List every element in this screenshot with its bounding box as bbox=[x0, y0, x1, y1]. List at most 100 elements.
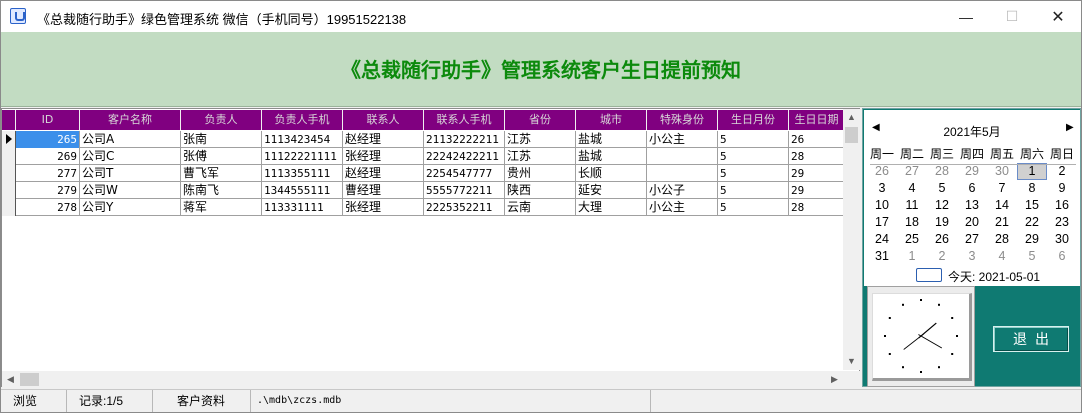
calendar-day[interactable]: 16 bbox=[1047, 197, 1077, 214]
cell-owner-mobile[interactable]: 11122221111 bbox=[262, 148, 343, 165]
calendar-day[interactable]: 31 bbox=[867, 248, 897, 265]
calendar-today-row[interactable]: 今天: 2021-05-01 bbox=[864, 267, 1080, 284]
cell-birth-day[interactable]: 28 bbox=[789, 148, 845, 165]
cell-province[interactable]: 云南 bbox=[505, 199, 576, 216]
cell-contact[interactable]: 张经理 bbox=[343, 199, 424, 216]
calendar-day[interactable]: 7 bbox=[987, 180, 1017, 197]
table-row[interactable]: 277 公司T 曹飞军 1113355111 赵经理 2254547777 贵州 长顺 5 29 bbox=[2, 165, 845, 182]
calendar-day[interactable]: 24 bbox=[867, 231, 897, 248]
cell-contact[interactable]: 赵经理 bbox=[343, 131, 424, 148]
cell-city[interactable]: 盐城 bbox=[576, 131, 647, 148]
cell-customer-name[interactable]: 公司T bbox=[80, 165, 181, 182]
calendar-day[interactable]: 18 bbox=[897, 214, 927, 231]
calendar-day-today[interactable]: 1 bbox=[1017, 163, 1047, 180]
calendar-day[interactable]: 27 bbox=[957, 231, 987, 248]
cell-province[interactable]: 陕西 bbox=[505, 182, 576, 199]
calendar-day[interactable]: 4 bbox=[897, 180, 927, 197]
cell-customer-name[interactable]: 公司A bbox=[80, 131, 181, 148]
cell-owner[interactable]: 张傅 bbox=[181, 148, 262, 165]
cell-contact-mobile[interactable]: 2254547777 bbox=[424, 165, 505, 182]
calendar-day[interactable]: 8 bbox=[1017, 180, 1047, 197]
calendar-day[interactable]: 19 bbox=[927, 214, 957, 231]
calendar-day[interactable]: 25 bbox=[897, 231, 927, 248]
cell-special-status[interactable]: 小公子 bbox=[647, 182, 718, 199]
calendar-day[interactable]: 12 bbox=[927, 197, 957, 214]
cell-contact[interactable]: 曹经理 bbox=[343, 182, 424, 199]
calendar-day[interactable]: 6 bbox=[1047, 248, 1077, 265]
cell-contact-mobile[interactable]: 21132222211 bbox=[424, 131, 505, 148]
calendar-day[interactable]: 9 bbox=[1047, 180, 1077, 197]
column-header-customer-name[interactable]: 客户名称 bbox=[80, 110, 181, 130]
cell-city[interactable]: 大理 bbox=[576, 199, 647, 216]
current-row-indicator-icon[interactable] bbox=[2, 131, 16, 148]
calendar-day[interactable]: 22 bbox=[1017, 214, 1047, 231]
calendar-day[interactable]: 23 bbox=[1047, 214, 1077, 231]
cell-owner-mobile[interactable]: 1113423454 bbox=[262, 131, 343, 148]
calendar-day[interactable]: 28 bbox=[927, 163, 957, 180]
maximize-button[interactable]: ☐ bbox=[989, 1, 1035, 32]
cell-id[interactable]: 269 bbox=[16, 148, 80, 165]
cell-birth-day[interactable]: 29 bbox=[789, 182, 845, 199]
table-row[interactable]: 265 公司A 张南 1113423454 赵经理 21132222211 江苏 盐城 小公主 5… bbox=[2, 131, 845, 148]
cell-id[interactable]: 265 bbox=[16, 131, 80, 148]
cell-birth-month[interactable]: 5 bbox=[718, 165, 789, 182]
cell-contact[interactable]: 赵经理 bbox=[343, 165, 424, 182]
column-header-contact[interactable]: 联系人 bbox=[343, 110, 424, 130]
cell-birth-day[interactable]: 29 bbox=[789, 165, 845, 182]
cell-province[interactable]: 贵州 bbox=[505, 165, 576, 182]
close-button[interactable]: ✕ bbox=[1035, 1, 1081, 32]
column-header-contact-mobile[interactable]: 联系人手机 bbox=[424, 110, 505, 130]
horizontal-scrollbar[interactable]: ◀ ▶ bbox=[2, 371, 843, 388]
table-row[interactable]: 269 公司C 张傅 11122221111 张经理 22242422211 江苏 盐城 5 28 bbox=[2, 148, 845, 165]
cell-contact-mobile[interactable]: 5555772211 bbox=[424, 182, 505, 199]
calendar-day[interactable]: 20 bbox=[957, 214, 987, 231]
calendar-day[interactable]: 4 bbox=[987, 248, 1017, 265]
column-header-special-status[interactable]: 特殊身份 bbox=[647, 110, 718, 130]
table-row[interactable]: 279 公司W 陈南飞 1344555111 曹经理 5555772211 陕西 延安 小公子 5… bbox=[2, 182, 845, 199]
horizontal-scroll-thumb[interactable] bbox=[20, 373, 39, 386]
calendar-day[interactable]: 13 bbox=[957, 197, 987, 214]
cell-customer-name[interactable]: 公司Y bbox=[80, 199, 181, 216]
cell-id[interactable]: 279 bbox=[16, 182, 80, 199]
calendar-day[interactable]: 2 bbox=[927, 248, 957, 265]
calendar-day[interactable]: 29 bbox=[957, 163, 987, 180]
vertical-scroll-thumb[interactable] bbox=[845, 127, 858, 143]
column-header-birth-month[interactable]: 生日月份 bbox=[718, 110, 789, 130]
cell-province[interactable]: 江苏 bbox=[505, 148, 576, 165]
cell-contact-mobile[interactable]: 2225352211 bbox=[424, 199, 505, 216]
row-indicator[interactable] bbox=[2, 148, 16, 165]
column-header-province[interactable]: 省份 bbox=[505, 110, 576, 130]
calendar-day[interactable]: 5 bbox=[927, 180, 957, 197]
calendar-day[interactable]: 3 bbox=[957, 248, 987, 265]
column-header-id[interactable]: ID bbox=[16, 110, 80, 130]
cell-city[interactable]: 盐城 bbox=[576, 148, 647, 165]
calendar-day[interactable]: 26 bbox=[927, 231, 957, 248]
cell-owner[interactable]: 曹飞军 bbox=[181, 165, 262, 182]
exit-button[interactable]: 退出 bbox=[993, 326, 1069, 352]
calendar-day[interactable]: 17 bbox=[867, 214, 897, 231]
column-header-city[interactable]: 城市 bbox=[576, 110, 647, 130]
cell-city[interactable]: 延安 bbox=[576, 182, 647, 199]
row-indicator[interactable] bbox=[2, 182, 16, 199]
cell-owner-mobile[interactable]: 113331111 bbox=[262, 199, 343, 216]
calendar-day[interactable]: 2 bbox=[1047, 163, 1077, 180]
table-row[interactable]: 278 公司Y 蒋军 113331111 张经理 2225352211 云南 大理 小公主 5 28 bbox=[2, 199, 845, 216]
scroll-up-icon[interactable]: ▲ bbox=[843, 109, 860, 126]
row-indicator[interactable] bbox=[2, 199, 16, 216]
title-bar[interactable]: 《总裁随行助手》绿色管理系统 微信（手机同号）19951522138 — ☐ ✕ bbox=[1, 1, 1081, 32]
cell-owner[interactable]: 陈南飞 bbox=[181, 182, 262, 199]
calendar-day[interactable]: 11 bbox=[897, 197, 927, 214]
column-header-owner-mobile[interactable]: 负责人手机 bbox=[262, 110, 343, 130]
cell-customer-name[interactable]: 公司W bbox=[80, 182, 181, 199]
month-calendar[interactable]: ◀ 2021年5月 ▶ 周一 周二 周三 周四 周五 周六 周日 26 27 28 29 30 1 2 3 4… bbox=[864, 110, 1080, 286]
scroll-right-icon[interactable]: ▶ bbox=[826, 371, 843, 388]
calendar-day[interactable]: 5 bbox=[1017, 248, 1047, 265]
cell-province[interactable]: 江苏 bbox=[505, 131, 576, 148]
calendar-day[interactable]: 27 bbox=[897, 163, 927, 180]
cell-birth-month[interactable]: 5 bbox=[718, 148, 789, 165]
cell-birth-day[interactable]: 26 bbox=[789, 131, 845, 148]
column-header-owner[interactable]: 负责人 bbox=[181, 110, 262, 130]
cell-owner[interactable]: 张南 bbox=[181, 131, 262, 148]
calendar-month-label[interactable]: 2021年5月 bbox=[864, 123, 1080, 139]
cell-customer-name[interactable]: 公司C bbox=[80, 148, 181, 165]
